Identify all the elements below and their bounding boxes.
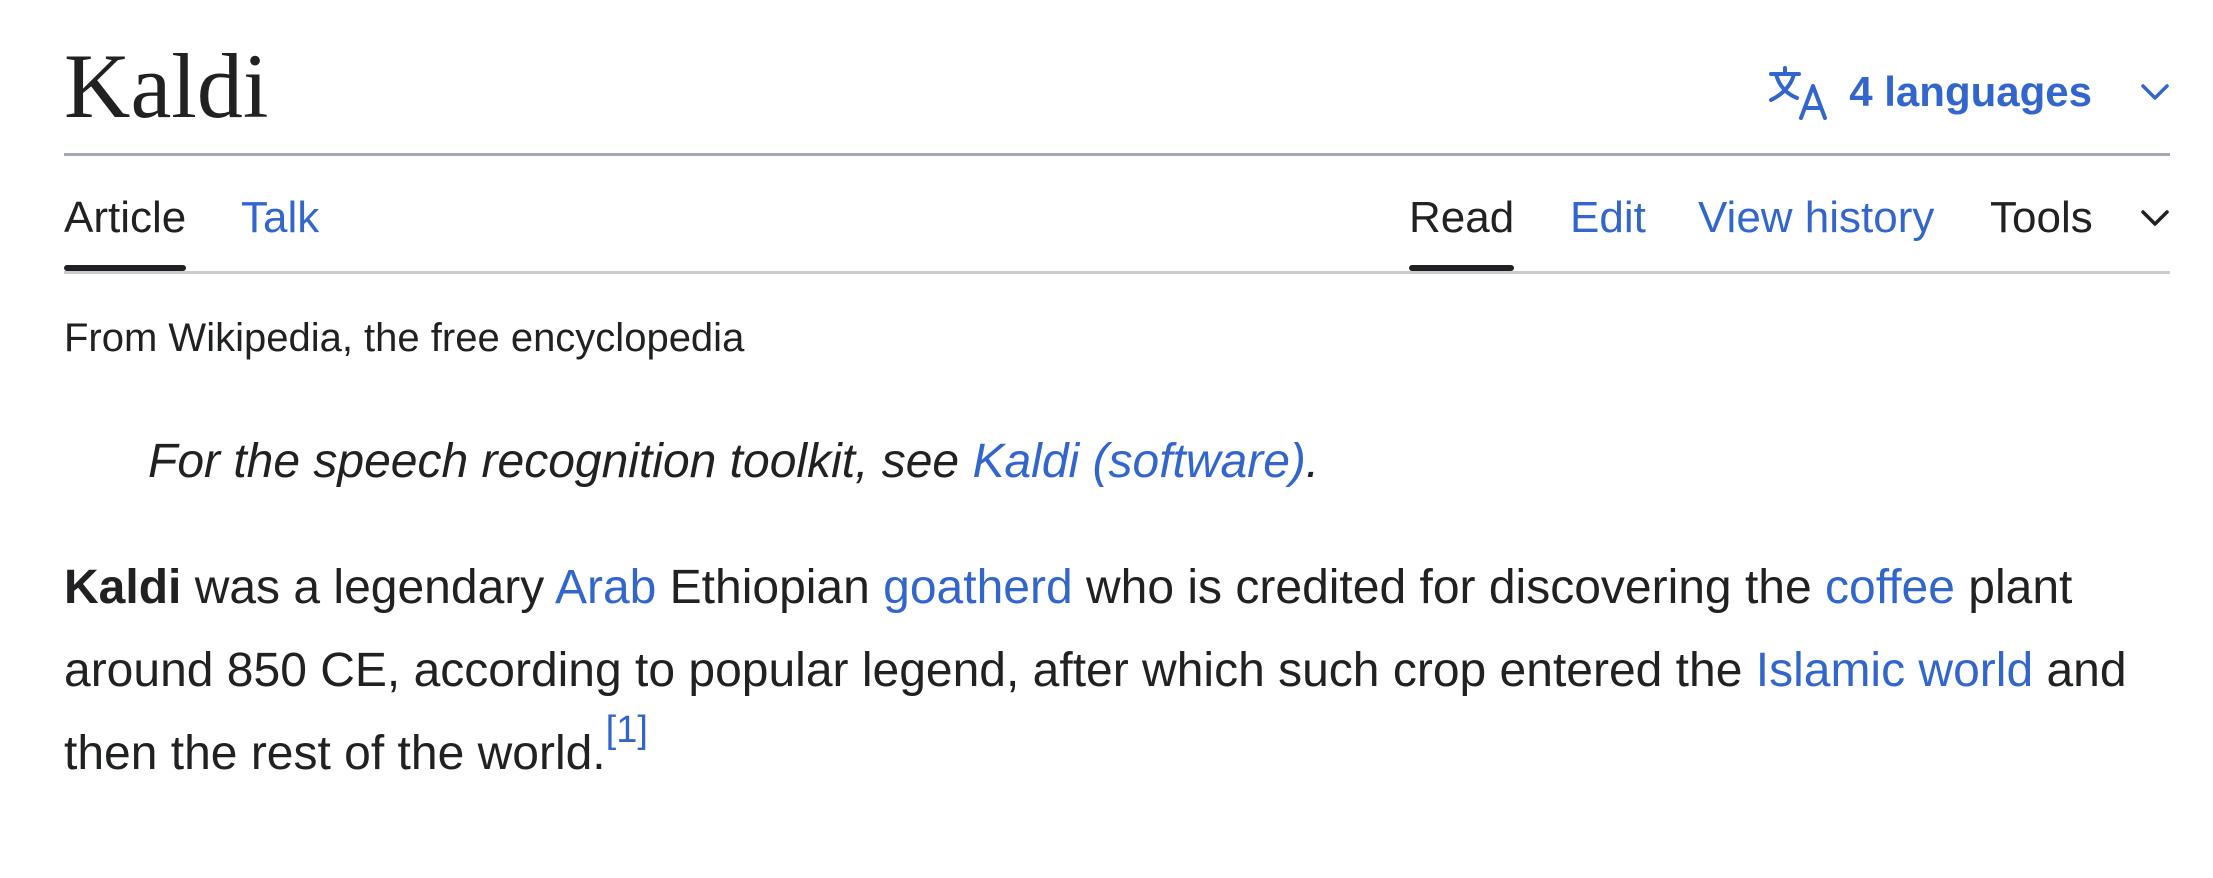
paragraph-text: Ethiopian [656, 561, 884, 614]
link-islamic-world[interactable]: Islamic world [1756, 644, 2033, 697]
title-bar: Kaldi 4 languages [64, 0, 2170, 156]
tab-article[interactable]: Article [64, 196, 187, 271]
translate-icon [1769, 66, 1828, 120]
page-tabs: Article Talk Read Edit View history Tool… [64, 156, 2170, 274]
tab-read[interactable]: Read [1409, 196, 1515, 271]
language-selector-button[interactable]: 4 languages [1767, 64, 2170, 120]
hatnote-link[interactable]: Kaldi (software) [972, 435, 1305, 488]
paragraph-text: who is credited for discovering the [1072, 561, 1826, 614]
reference-link[interactable]: [1] [606, 709, 648, 751]
hatnote: For the speech recognition toolkit, see … [148, 438, 1319, 486]
site-tagline: From Wikipedia, the free encyclopedia [64, 316, 745, 360]
tab-view-history[interactable]: View history [1698, 196, 1934, 268]
link-coffee[interactable]: coffee [1825, 561, 1955, 614]
page-title: Kaldi [64, 35, 269, 137]
hatnote-suffix: . [1305, 435, 1320, 488]
article-subject: Kaldi [64, 561, 182, 614]
link-goatherd[interactable]: goatherd [883, 561, 1073, 614]
link-arab[interactable]: Arab [555, 561, 656, 614]
tab-tools[interactable]: Tools [1990, 196, 2093, 268]
paragraph-text: was a legendary [181, 561, 555, 614]
tab-talk[interactable]: Talk [241, 196, 319, 268]
article-page: Kaldi 4 languages Article Talk Read Edit… [64, 0, 2170, 780]
lead-paragraph: Kaldi was a legendary Arab Ethiopian goa… [64, 546, 2194, 795]
chevron-down-icon [2141, 84, 2169, 100]
language-count-label: 4 languages [1849, 68, 2092, 115]
tab-edit[interactable]: Edit [1570, 196, 1646, 268]
hatnote-text: For the speech recognition toolkit, see [148, 435, 973, 488]
chevron-down-icon[interactable] [2140, 208, 2170, 228]
